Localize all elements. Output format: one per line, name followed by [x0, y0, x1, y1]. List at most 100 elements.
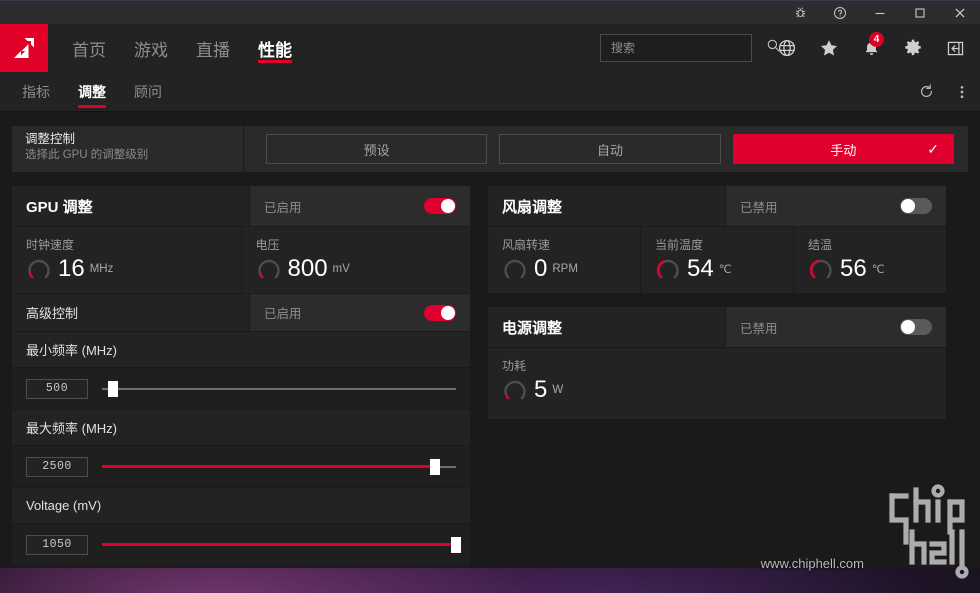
nav-item-performance[interactable]: 性能 [244, 24, 306, 72]
gauge-icon [256, 256, 282, 282]
min-frequency-label: 最小频率 (MHz) [12, 331, 470, 367]
main-navigation-bar: 首页 游戏 直播 性能 搜索 4 [0, 24, 980, 72]
fan-tuning-toggle[interactable] [900, 198, 932, 214]
metric-value-row: 800 mV [256, 256, 471, 282]
slider-thumb[interactable] [429, 458, 440, 475]
metric-unit: MHz [89, 263, 114, 275]
tab-tuning[interactable]: 调整 [66, 72, 118, 111]
gpu-tuning-metrics: 时钟速度 16 MHz 电压 800 mV [12, 226, 470, 293]
metric-junction-temperature: 结温 56 ℃ [794, 227, 946, 293]
metric-number: 56 [840, 255, 867, 282]
slider-thumb[interactable] [451, 536, 461, 553]
toggle-knob [901, 199, 915, 213]
check-icon: ✓ [927, 140, 939, 157]
metric-label: 电压 [255, 238, 280, 252]
metric-unit: W [552, 384, 564, 396]
nav-item-gaming[interactable]: 游戏 [120, 24, 182, 72]
gpu-tuning-toggle[interactable] [424, 198, 456, 214]
gear-icon[interactable] [892, 24, 934, 72]
fan-tuning-metrics: 风扇转速 0 RPM 当前温度 54 ℃ 结温 56 ℃ [488, 226, 946, 293]
maximize-icon[interactable] [900, 1, 940, 25]
gauge-icon [502, 256, 528, 282]
globe-icon[interactable] [766, 24, 808, 72]
power-tuning-toggle[interactable] [900, 319, 932, 335]
bell-icon[interactable]: 4 [850, 24, 892, 72]
panel-toggle-icon[interactable] [934, 24, 976, 72]
metric-value-row: 5 W [502, 377, 946, 403]
close-icon[interactable] [940, 1, 980, 25]
metric-unit: ℃ [718, 264, 732, 276]
tab-metrics[interactable]: 指标 [10, 72, 62, 111]
toggle-knob [441, 305, 455, 320]
nav-item-streaming[interactable]: 直播 [182, 24, 244, 72]
metric-value-row: 16 MHz [26, 256, 241, 282]
max-frequency-value[interactable]: 2500 [26, 456, 88, 477]
gauge-icon [26, 256, 52, 282]
toggle-knob [901, 320, 915, 334]
power-tuning-toggle-area[interactable]: 已禁用 [726, 307, 946, 347]
star-icon[interactable] [808, 24, 850, 72]
gauge-icon [655, 256, 681, 282]
metric-power-consumption: 功耗 5 W [488, 348, 946, 419]
metric-number: 16 [58, 255, 85, 282]
metric-label: 结温 [808, 238, 833, 252]
reset-icon[interactable] [908, 72, 944, 111]
metric-number: 800 [287, 255, 328, 282]
advanced-control-toggle-area[interactable]: 已启用 [250, 294, 470, 331]
more-vertical-icon[interactable] [944, 72, 980, 111]
nav-items: 首页 游戏 直播 性能 [58, 24, 306, 72]
nav-item-home[interactable]: 首页 [58, 24, 120, 72]
sub-tab-spacer [174, 72, 908, 111]
metric-unit: RPM [552, 263, 578, 275]
slider-rail [102, 387, 456, 390]
radeon-software-window: 首页 游戏 直播 性能 搜索 4 指标 调整 顾问 调整控制 选择此 GPU 的… [0, 0, 980, 568]
gpu-tuning-state-label: 已启用 [264, 200, 302, 215]
metric-unit: mV [332, 263, 350, 275]
tuning-auto-button[interactable]: 自动 [499, 134, 721, 164]
advanced-control-title: 高级控制 [12, 294, 250, 331]
fan-tuning-header: 风扇调整 已禁用 [488, 186, 946, 226]
tuning-preset-button[interactable]: 预设 [266, 134, 488, 164]
tuning-manual-label: 手动 [830, 142, 857, 158]
tuning-control-bar: 调整控制 选择此 GPU 的调整级别 预设 自动 手动 ✓ [12, 126, 968, 172]
slider-thumb[interactable] [107, 380, 118, 397]
advanced-control-toggle[interactable] [424, 304, 456, 321]
amd-logo-icon[interactable] [0, 24, 48, 72]
help-icon[interactable] [820, 1, 860, 25]
voltage-value[interactable]: 1050 [26, 534, 88, 555]
tuning-manual-button[interactable]: 手动 ✓ [732, 134, 954, 164]
tuning-control-label: 调整控制 选择此 GPU 的调整级别 [12, 126, 244, 172]
power-tuning-state-label: 已禁用 [740, 321, 778, 336]
power-tuning-panel: 电源调整 已禁用 功耗 5 W [488, 307, 946, 419]
gpu-tuning-header: GPU 调整 已启用 [12, 186, 470, 226]
bug-report-icon[interactable] [780, 1, 820, 25]
voltage-slider[interactable] [102, 536, 461, 553]
tab-advisor[interactable]: 顾问 [122, 72, 174, 111]
tuning-control-buttons: 预设 自动 手动 ✓ [244, 126, 968, 172]
metric-value-row: 56 ℃ [808, 256, 946, 282]
metric-label: 时钟速度 [26, 238, 75, 252]
metric-label: 风扇转速 [502, 238, 551, 252]
tuning-control-title: 调整控制 [25, 132, 76, 146]
toggle-knob [441, 199, 455, 213]
left-column: GPU 调整 已启用 时钟速度 16 MHz 电压 800 mV 高级控制 已启… [12, 186, 470, 568]
slider-fill [102, 464, 435, 468]
power-tuning-header: 电源调整 已禁用 [488, 307, 946, 347]
min-frequency-slider[interactable] [102, 380, 456, 397]
max-frequency-slider[interactable] [102, 458, 456, 475]
metric-clock-speed: 时钟速度 16 MHz [12, 227, 242, 293]
min-frequency-value[interactable]: 500 [26, 378, 88, 399]
minimize-icon[interactable] [860, 1, 900, 25]
max-frequency-label: 最大频率 (MHz) [12, 409, 470, 445]
fan-tuning-title: 风扇调整 [488, 186, 726, 226]
gpu-tuning-toggle-area[interactable]: 已启用 [250, 186, 470, 226]
power-tuning-title: 电源调整 [488, 307, 726, 347]
metric-unit: ℃ [871, 264, 885, 276]
metric-value-row: 0 RPM [502, 256, 640, 282]
fan-tuning-toggle-area[interactable]: 已禁用 [726, 186, 946, 226]
search-box[interactable] [600, 34, 780, 62]
advanced-control-header: 高级控制 已启用 [12, 293, 470, 331]
right-column: 风扇调整 已禁用 风扇转速 0 RPM 当前温度 54 ℃ 结温 56 ℃ 电源… [488, 186, 946, 568]
search-input[interactable] [611, 41, 766, 55]
